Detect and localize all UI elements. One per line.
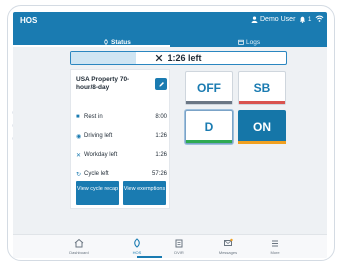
ruleset-name: USA Property 70-hour/8-day	[76, 76, 130, 91]
status-color-strip	[238, 141, 286, 144]
nav-more[interactable]: More	[250, 237, 300, 257]
clock-value: 1:26	[155, 133, 167, 139]
cycle-icon: ↻	[76, 171, 82, 178]
clock-row-driving: ◉ Driving left 1:26	[76, 133, 167, 140]
driving-icon: ◉	[76, 133, 82, 140]
pencil-icon	[158, 81, 164, 87]
app-header: HOS Demo User 1 Status Logs	[13, 12, 327, 47]
clock-value: 8:00	[155, 114, 167, 120]
status-off-button[interactable]: OFF	[185, 71, 233, 105]
hos-clocks-card: USA Property 70-hour/8-day ■ Rest in 8:0…	[70, 69, 170, 209]
status-color-strip	[186, 101, 232, 104]
notification-count: 1	[308, 16, 312, 23]
clock-row-rest: ■ Rest in 8:00	[76, 114, 167, 120]
status-sb-button[interactable]: SB	[238, 71, 286, 105]
status-color-strip	[239, 101, 285, 104]
view-exemptions-button[interactable]: View exemptions	[123, 181, 166, 205]
app-screen: HOS Demo User 1 Status Logs 1:26 left US…	[13, 12, 327, 258]
user-name: Demo User	[260, 16, 296, 23]
tab-logs[interactable]: Logs	[238, 37, 260, 47]
user-icon	[251, 16, 258, 23]
user-menu[interactable]: Demo User	[251, 16, 295, 23]
time-left-label: 1:26 left	[167, 53, 202, 63]
status-on-button[interactable]: ON	[238, 110, 286, 144]
dvir-icon	[175, 239, 183, 248]
clock-value: 1:26	[155, 152, 167, 158]
clock-row-cycle: ↻ Cycle left 57:26	[76, 171, 167, 178]
wifi-icon	[315, 15, 324, 22]
status-color-strip	[186, 140, 232, 143]
active-tab-indicator	[13, 45, 170, 47]
edit-ruleset-button[interactable]	[155, 78, 167, 90]
time-left-bar: 1:26 left	[70, 51, 287, 65]
nav-dashboard[interactable]: Dashboard	[54, 237, 104, 257]
clock-value: 57:26	[151, 171, 167, 177]
menu-icon	[272, 240, 278, 247]
status-d-button[interactable]: D	[185, 110, 233, 144]
clock-row-workday: ✕ Workday left 1:26	[76, 152, 167, 159]
nav-messages[interactable]: Messages	[203, 237, 253, 257]
tools-icon	[156, 54, 163, 62]
notifications-button[interactable]: 1	[299, 16, 311, 23]
hos-icon	[134, 238, 140, 248]
home-icon	[74, 238, 84, 248]
logs-icon	[238, 39, 244, 45]
active-nav-indicator	[137, 256, 162, 258]
view-cycle-recap-button[interactable]: View cycle recap	[76, 181, 119, 205]
tools-icon: ✕	[76, 152, 82, 159]
nav-dvir[interactable]: DVIR	[154, 237, 204, 257]
messages-icon	[224, 238, 233, 246]
rest-icon: ■	[76, 114, 80, 120]
bell-icon	[299, 16, 306, 23]
app-title: HOS	[20, 16, 38, 25]
tab-logs-label: Logs	[246, 38, 261, 46]
bottom-navigation: Dashboard HOS DVIR Messages More	[13, 234, 327, 258]
